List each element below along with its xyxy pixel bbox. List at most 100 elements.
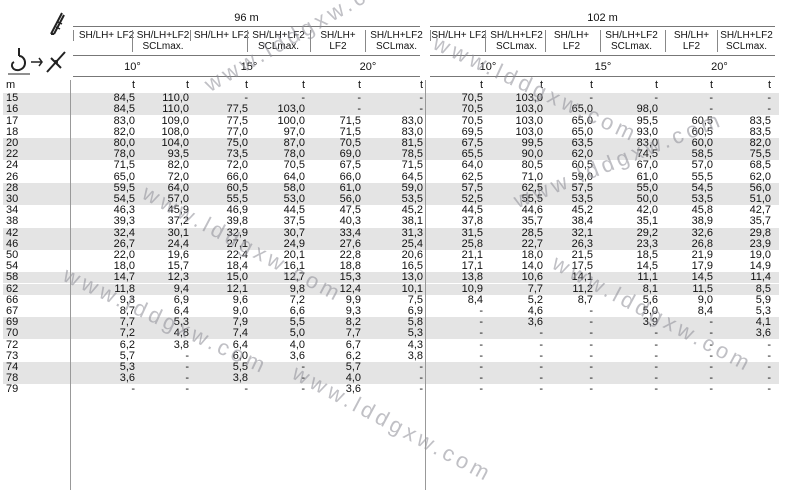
load-cell: 70,5: [461, 103, 483, 116]
load-cell: -: [654, 372, 658, 385]
load-cell: -: [479, 338, 483, 351]
unit-cell: t: [357, 79, 361, 91]
rigging-icon: [46, 51, 66, 73]
column-header: SH/LH+LF2 SCLmax.: [600, 30, 662, 52]
column-header: SH/LH+ LF2: [73, 30, 139, 41]
load-cell: -: [479, 305, 483, 317]
table-row: 72 6,2 3,8 6,4 4,0 6,7 4,3- - - - - -: [3, 338, 779, 351]
load-cell: -: [539, 349, 543, 362]
load-cell: -: [709, 372, 713, 385]
column-header: SH/LH+LF2 SCLmax.: [365, 30, 427, 52]
load-cell: 83,0: [401, 114, 423, 127]
angle-label: 10°: [124, 61, 141, 73]
load-cell: 55,5: [691, 170, 713, 183]
load-cell: 38,9: [691, 215, 713, 228]
load-cell: -: [709, 92, 713, 105]
group-rule: [73, 26, 420, 27]
load-cell: -: [539, 372, 543, 385]
table-row: 38 39,3 37,2 39,8 37,5 40,3 38,1 37,8 35,7 38,4 35…: [3, 216, 779, 227]
load-cell: 39,3: [113, 215, 135, 228]
load-cell: -: [357, 103, 361, 116]
load-cell: -: [479, 383, 483, 396]
angle-label: 15°: [594, 61, 612, 73]
unit-cell: m: [6, 79, 16, 91]
load-cell: 3,6: [755, 327, 771, 340]
unit-cell: t: [419, 79, 423, 91]
group-length-label: 96 m: [234, 12, 259, 24]
radius-cell: 16: [6, 103, 19, 116]
unit-cell: t: [767, 79, 771, 91]
column-header: SH/LH+ LF2: [545, 30, 597, 52]
radius-cell: 58: [6, 271, 19, 284]
load-cell: -: [589, 327, 593, 340]
load-cell: 71,5: [113, 159, 135, 172]
load-cell: 3,6: [119, 372, 135, 385]
unit-cell: t: [654, 79, 658, 91]
load-cell: -: [185, 372, 189, 385]
load-cell: 66,0: [339, 170, 361, 183]
load-cell: 32,4: [113, 226, 135, 239]
group-rule: [430, 26, 775, 27]
load-cell: 35,1: [636, 215, 658, 228]
load-cell: 35,7: [749, 215, 771, 228]
column-header: SH/LH+LF2 SCLmax.: [717, 30, 775, 52]
load-cell: 40,3: [339, 215, 361, 228]
load-cell: 15,0: [226, 271, 248, 284]
load-cell: 72,0: [167, 170, 189, 183]
load-cell: 4,3: [407, 338, 423, 351]
load-cell: 67,5: [339, 159, 361, 172]
load-cell: 12,3: [167, 271, 189, 284]
load-cell: 4,0: [289, 338, 305, 351]
load-cell: 71,5: [401, 159, 423, 172]
load-cell: 61,0: [636, 170, 658, 183]
units-row: mtttttttttttt: [3, 80, 779, 91]
load-cell: 10,6: [521, 271, 543, 284]
load-cell: 29,2: [636, 226, 658, 239]
table-row: 16 84,5 110,0 77,5 103,0- -70,5 103,0 65,0 98,0-…: [3, 103, 779, 116]
load-cell: -: [419, 92, 423, 105]
load-cell: 110,0: [162, 103, 189, 116]
load-cell: -: [539, 327, 543, 340]
load-cell: -: [589, 349, 593, 362]
load-cell: 31,3: [401, 226, 423, 239]
load-cell: 62,5: [461, 170, 483, 183]
load-cell: 35,7: [521, 215, 543, 228]
load-cell: 83,5: [749, 114, 771, 127]
unit-cell: t: [185, 79, 189, 91]
load-cell: 28,5: [521, 226, 543, 239]
load-cell: 32,6: [691, 226, 713, 239]
load-cell: 33,4: [339, 226, 361, 239]
load-cell: -: [589, 361, 593, 373]
load-cell: -: [479, 316, 483, 329]
load-cell: 8,5: [755, 282, 771, 295]
load-cell: 77,5: [226, 103, 248, 116]
column-header: SH/LH+LF2 SCLmax.: [485, 30, 547, 52]
unit-cell: t: [131, 79, 135, 91]
load-cell: 12,1: [226, 282, 248, 295]
table-row: 24 71,5 82,0 72,0 70,5 67,5 71,5 64,0 80,5 60,5 67…: [3, 160, 779, 171]
radius-cell: 72: [6, 338, 19, 351]
unit-cell: t: [479, 79, 483, 91]
load-cell: -: [589, 316, 593, 329]
load-cell: -: [419, 383, 423, 396]
load-cell: -: [539, 383, 543, 396]
load-cell: -: [767, 92, 771, 105]
icon-column: [0, 0, 70, 80]
load-cell: -: [479, 361, 483, 373]
load-cell: -: [185, 383, 189, 396]
load-cell: 64,5: [401, 170, 423, 183]
radius-cell: 62: [6, 282, 19, 295]
table-row: 17 83,0 109,0 77,5 100,0 71,5 83,0 70,5 103,0 65,…: [3, 114, 779, 127]
column-header: SH/LH+ LF2: [190, 30, 252, 41]
angle-label: 20°: [711, 61, 728, 73]
load-cell: -: [767, 383, 771, 396]
load-cell: 3,6: [527, 316, 543, 329]
load-cell: 11,1: [637, 271, 658, 284]
load-cell: 7,7: [527, 282, 543, 295]
load-cell: 70,5: [283, 159, 305, 172]
load-cell: 37,5: [283, 215, 305, 228]
load-cell: 3,8: [232, 372, 248, 385]
counterweight-icon: [31, 57, 43, 67]
column-header: SH/LH+LF2 SCLmax.: [132, 30, 193, 52]
load-cell: 8,4: [467, 293, 483, 306]
